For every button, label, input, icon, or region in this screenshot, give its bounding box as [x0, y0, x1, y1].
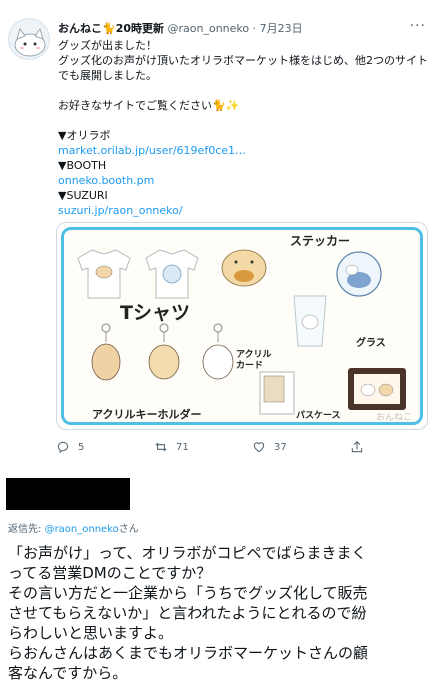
cat-avatar-icon: [14, 27, 46, 57]
reply-text: 「お声がけ」って、オリラボがコピペでばらまきまく ってる営業DMのことですか？ …: [8, 543, 434, 683]
author-name[interactable]: おんねこ: [58, 22, 102, 35]
shop-name-suzuri: ▼SUZURI: [58, 189, 108, 202]
retweet-count: 71: [176, 441, 189, 453]
tweet-text: グッズが出ました！ グッズ化のお声がけ頂いたオリラボマーケット様をはじめ、他2つ…: [58, 38, 428, 218]
reply-handle-link[interactable]: @raon_onneko: [45, 524, 119, 535]
tshirt-label: Tシャツ: [120, 302, 190, 324]
sticker-label: ステッカー: [290, 234, 351, 248]
like-count: 37: [274, 441, 287, 453]
tweet[interactable]: おんねこ🐈20時更新 @raon_onneko · 7月23日 ··· グッズが…: [0, 0, 438, 470]
watermark: おんねこ: [376, 413, 413, 423]
share-action[interactable]: [350, 440, 364, 454]
acrylic-card-label: アクリル カード: [236, 350, 272, 371]
reply-line: らおんさんはあくまでもオリラボマーケットさんの顧: [8, 644, 369, 662]
author-badge: 20時更新: [115, 22, 165, 35]
like-action[interactable]: 37: [252, 440, 287, 454]
shop-name-booth: ▼BOOTH: [58, 159, 107, 172]
share-icon: [351, 441, 363, 453]
goods-frame: Tシャツ ステッカー グラス アクリル カード アクリルキーホルダー パスケース…: [61, 227, 423, 425]
tweet-actions: 5 71 37: [56, 440, 428, 458]
reply-line: らわしいと思いますよ。: [8, 624, 174, 642]
shop-link-orilab[interactable]: market.orilab.jp/user/619ef0ce1…: [58, 143, 426, 158]
glass-label: グラス: [356, 338, 386, 349]
retweet-action[interactable]: 71: [154, 440, 189, 454]
reply-icon: [57, 441, 69, 454]
pass-case-label: パスケース: [296, 411, 341, 421]
shop-link-booth[interactable]: onneko.booth.pm: [58, 173, 426, 188]
reply-line: 「お声がけ」って、オリラボがコピペでばらまきまく: [8, 544, 367, 562]
reply-line: ってる営業DMのことですか？: [8, 564, 212, 582]
tweet-line: グッズが出ました！: [58, 39, 157, 52]
heart-icon: [253, 442, 265, 453]
tweet-prompt: お好きなサイトでご覧ください🐈✨: [58, 99, 240, 112]
tweet-media-image[interactable]: Tシャツ ステッカー グラス アクリル カード アクリルキーホルダー パスケース…: [56, 222, 428, 430]
reply-count: 5: [78, 441, 85, 453]
more-options-icon[interactable]: ···: [410, 18, 426, 34]
tweet-line: でも展開しました。: [58, 69, 157, 82]
reply-prefix: 返信先:: [8, 524, 42, 535]
tweet-date[interactable]: 7月23日: [260, 22, 303, 35]
goods-illustration: [77, 249, 406, 415]
sparkle-icon: ✨: [225, 99, 240, 112]
cat-emoji-icon: 🐈: [212, 99, 226, 112]
reply-to-line: 返信先: @raon_onnekoさん: [8, 520, 139, 535]
retweet-icon: [155, 442, 167, 452]
avatar[interactable]: [8, 18, 50, 60]
tweet-line: グッズ化のお声がけ頂いたオリラボマーケット様をはじめ、他2つのサイト: [58, 54, 428, 67]
shop-link-suzuri[interactable]: suzuri.jp/raon_onneko/: [58, 203, 426, 218]
reply-line: その言い方だと一企業から「うちでグッズ化して販売: [8, 584, 368, 602]
keyholder-label: アクリルキーホルダー: [92, 408, 202, 421]
cat-emoji-icon: 🐈: [102, 22, 116, 35]
tweet-header: おんねこ🐈20時更新 @raon_onneko · 7月23日: [58, 22, 303, 35]
redacted-replier: [6, 478, 130, 510]
reply-suffix: さん: [118, 524, 139, 535]
reply-line: させてもらえないか」と言われたようにとれるので紛: [8, 604, 367, 622]
shop-name-orilab: ▼オリラボ: [58, 129, 111, 142]
reply-action[interactable]: 5: [56, 440, 84, 454]
author-handle[interactable]: @raon_onneko: [168, 22, 250, 35]
reply-line: 客なんですから。: [8, 664, 128, 682]
